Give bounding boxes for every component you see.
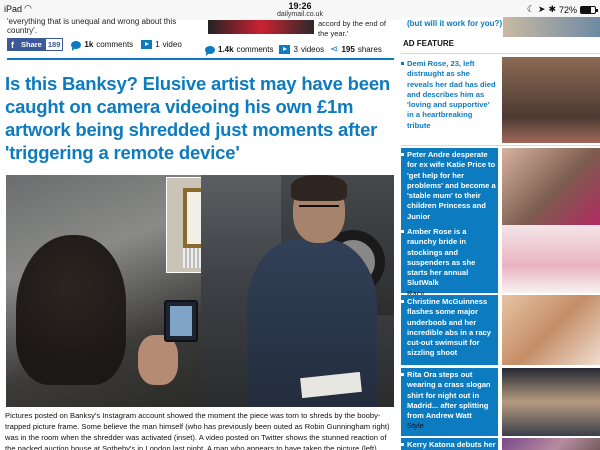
sidebar-story-image (502, 57, 600, 143)
sidebar-story[interactable]: Rita Ora steps out wearing a crass sloga… (401, 368, 600, 436)
comments-count: 1k (84, 40, 94, 49)
share-bar-right: 1.4k comments 3 videos ⋖ 195 shares (205, 44, 382, 56)
sidebar-story-text: Demi Rose, 23, left distraught as she re… (401, 57, 498, 143)
comments-label: comments (96, 40, 134, 49)
videos-count: 3 (293, 45, 298, 54)
sidebar-story[interactable]: Christine McGuinness flashes some major … (401, 295, 600, 365)
previous-article-quote: 'everything that is unequal and wrong ab… (7, 17, 177, 35)
sidebar-story-image (502, 148, 600, 226)
share-bar-left: f Share 189 1k comments 1 video (7, 38, 182, 51)
previous-article-quote-right: accord by the end of the year.' (318, 19, 386, 38)
sidebar-story[interactable]: Amber Rose is a raunchy bride in stockin… (401, 225, 600, 298)
video-link[interactable]: 1 video (141, 40, 182, 49)
sidebar-top-tile[interactable]: (but will it work for you?) (401, 17, 600, 37)
sidebar-story-tag: Style (407, 421, 424, 431)
sidebar-story-image (502, 295, 600, 365)
video-icon (279, 45, 291, 54)
videos-link[interactable]: 3 videos (279, 45, 324, 54)
phone (164, 300, 198, 342)
sidebar-story-image (502, 368, 600, 436)
bullet (401, 443, 404, 446)
sidebar-story[interactable]: Peter Andre desperate for ex wife Katie … (401, 148, 600, 226)
image-left-panel (6, 175, 234, 407)
article-image[interactable] (6, 175, 394, 407)
comment-icon (205, 45, 215, 56)
bullet (401, 62, 404, 65)
comments-label-2: comments (236, 45, 274, 54)
phone-screen (170, 306, 192, 336)
share-icon: ⋖ (330, 44, 339, 55)
video-count: 1 (155, 40, 160, 49)
battery-icon (580, 5, 598, 14)
video-label: video (162, 40, 182, 49)
shares-link[interactable]: ⋖ 195 shares (330, 44, 382, 55)
top-tile-image (503, 17, 600, 37)
sidebar-story-text: Amber Rose is a raunchy bride in stockin… (401, 225, 498, 298)
sidebar-story-text: Kerry Katona debuts her newly PURPLE hai… (401, 438, 498, 450)
videos-label: videos (300, 45, 325, 54)
bullet (401, 230, 404, 233)
comment-icon (71, 40, 82, 51)
hand (138, 335, 178, 385)
sidebar-story-title: Demi Rose, 23, left distraught as she re… (407, 59, 496, 130)
sidebar-story[interactable]: Demi Rose, 23, left distraught as she re… (401, 57, 600, 143)
man-hair (291, 175, 347, 201)
battery-percent: 72% (558, 4, 577, 15)
location-icon: ➤ (537, 4, 546, 14)
ad-feature-label: AD FEATURE (403, 39, 454, 48)
comments-link[interactable]: 1k comments (71, 40, 134, 51)
sidebar-story[interactable]: Kerry Katona debuts her newly PURPLE hai… (401, 438, 600, 450)
section-divider (7, 58, 394, 60)
bullet (401, 373, 404, 376)
image-caption: Pictures posted on Banksy's Instagram ac… (5, 411, 390, 450)
top-tile-text: (but will it work for you?) (407, 19, 503, 28)
status-icons: ☾ ➤ ✱ 72% (526, 4, 598, 15)
shares-count: 195 (341, 45, 355, 54)
bullet (401, 153, 404, 156)
shares-label: shares (357, 45, 382, 54)
facebook-share-button[interactable]: f Share 189 (7, 38, 64, 51)
bullet (401, 300, 404, 303)
facebook-icon: f (11, 39, 14, 50)
sidebar-story-title: Amber Rose is a raunchy bride in stockin… (407, 227, 476, 288)
sidebar-divider (401, 53, 600, 54)
comments-count-2: 1.4k (218, 45, 234, 54)
sidebar-story-title: Peter Andre desperate for ex wife Katie … (407, 150, 496, 221)
browser-page: iPad ◠ 19:26 dailymail.co.uk ☾ ➤ ✱ 72% '… (0, 0, 600, 450)
sidebar: (but will it work for you?) AD FEATURE D… (401, 17, 600, 450)
sidebar-story-image (502, 225, 600, 293)
sidebar-divider (401, 145, 600, 146)
moon-icon: ☾ (526, 4, 535, 14)
image-right-panel (201, 175, 394, 407)
sidebar-story-text: Christine McGuinness flashes some major … (401, 295, 498, 365)
share-label: Share (21, 40, 42, 49)
sidebar-story-text: Peter Andre desperate for ex wife Katie … (401, 148, 498, 226)
sidebar-story-title: Kerry Katona debuts her newly PURPLE hai… (407, 440, 496, 449)
comments-link-2[interactable]: 1.4k comments (205, 45, 274, 56)
article-headline: Is this Banksy? Elusive artist may have … (5, 73, 391, 163)
glasses (299, 205, 339, 213)
sidebar-story-title: Rita Ora steps out wearing a crass sloga… (407, 370, 491, 421)
video-icon (141, 40, 153, 49)
sidebar-story-image (502, 438, 600, 450)
bluetooth-icon: ✱ (548, 4, 556, 14)
man-back-of-head (16, 235, 126, 385)
sidebar-story-text: Rita Ora steps out wearing a crass sloga… (401, 368, 498, 436)
share-count: 189 (44, 38, 64, 51)
previous-article-image[interactable] (208, 20, 314, 34)
sidebar-story-title: Christine McGuinness flashes some major … (407, 297, 491, 358)
clock: 19:26 (288, 1, 312, 11)
